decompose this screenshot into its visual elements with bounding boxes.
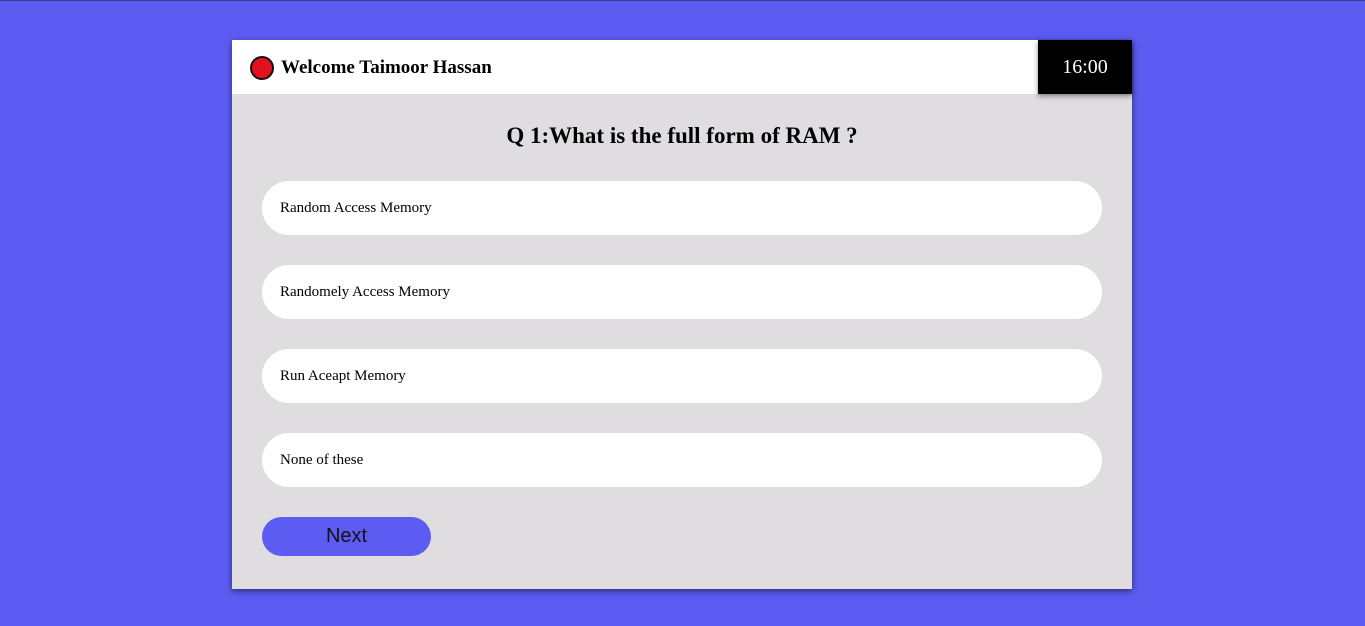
welcome-text: Welcome Taimoor Hassan bbox=[281, 57, 492, 78]
status-dot-icon bbox=[250, 56, 274, 80]
quiz-header: Welcome Taimoor Hassan 16:00 bbox=[232, 40, 1132, 94]
countdown-timer: 16:00 bbox=[1038, 40, 1132, 94]
quiz-card: Welcome Taimoor Hassan 16:00 Q 1:What is… bbox=[232, 40, 1132, 589]
top-border bbox=[0, 0, 1365, 1]
option-4[interactable]: None of these bbox=[262, 433, 1102, 487]
option-2[interactable]: Randomely Access Memory bbox=[262, 265, 1102, 319]
next-button[interactable]: Next bbox=[262, 517, 431, 556]
option-3[interactable]: Run Aceapt Memory bbox=[262, 349, 1102, 403]
question-text: Q 1:What is the full form of RAM ? bbox=[506, 123, 858, 148]
option-1[interactable]: Random Access Memory bbox=[262, 181, 1102, 235]
